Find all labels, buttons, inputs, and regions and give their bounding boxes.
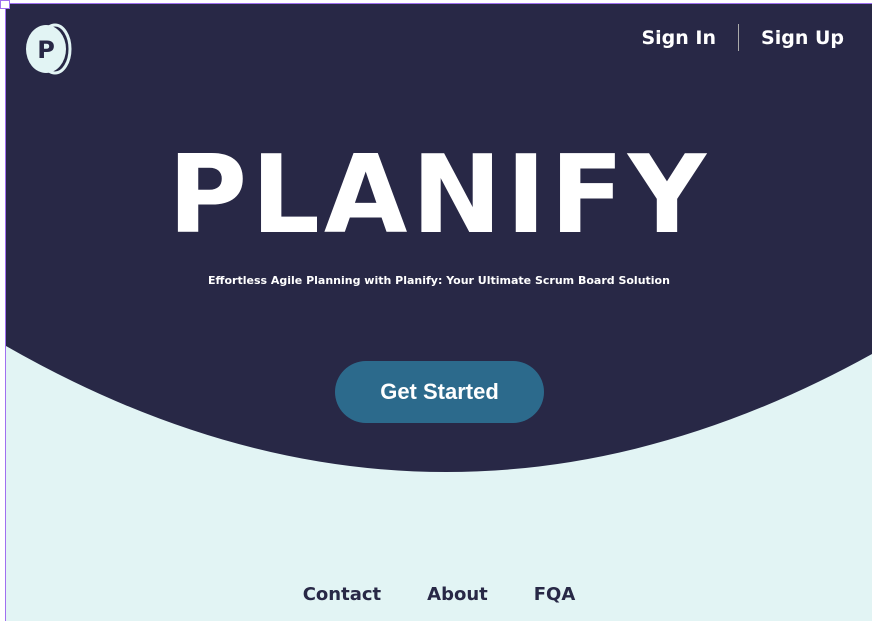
page: P Sign In Sign Up PLANIFY Effortless Agi… (5, 3, 872, 621)
auth-nav: Sign In Sign Up (641, 24, 844, 51)
hero-background (6, 4, 872, 473)
hero-title: PLANIFY (167, 133, 711, 258)
footer-link-about[interactable]: About (427, 584, 488, 605)
logo-icon: P (26, 23, 72, 75)
sign-up-link[interactable]: Sign Up (761, 27, 844, 49)
footer-link-fqa[interactable]: FQA (534, 584, 576, 605)
nav-divider (738, 24, 740, 51)
footer-link-contact[interactable]: Contact (303, 584, 381, 605)
selection-handle (0, 0, 10, 9)
hero-subtitle: Effortless Agile Planning with Planify: … (208, 274, 670, 287)
sign-in-link[interactable]: Sign In (641, 27, 716, 49)
svg-text:P: P (37, 36, 55, 64)
get-started-button[interactable]: Get Started (335, 361, 544, 423)
footer-nav: Contact About FQA (6, 584, 872, 605)
